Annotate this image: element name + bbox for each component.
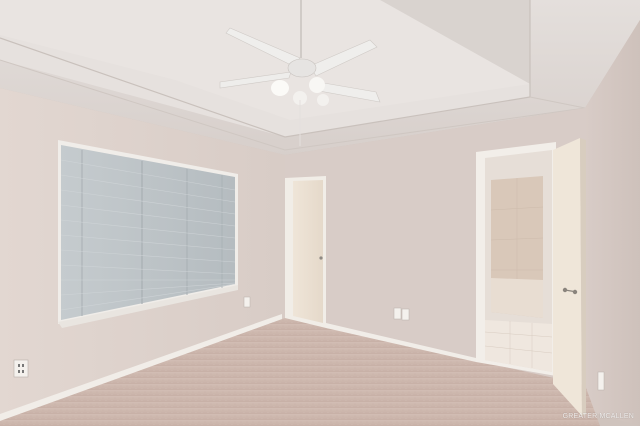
bedroom-photo: GREATER MCALLEN <box>0 0 640 426</box>
watermark-logo: GREATER MCALLEN <box>562 413 634 420</box>
closet-door <box>285 176 326 328</box>
room-illustration <box>0 0 640 426</box>
